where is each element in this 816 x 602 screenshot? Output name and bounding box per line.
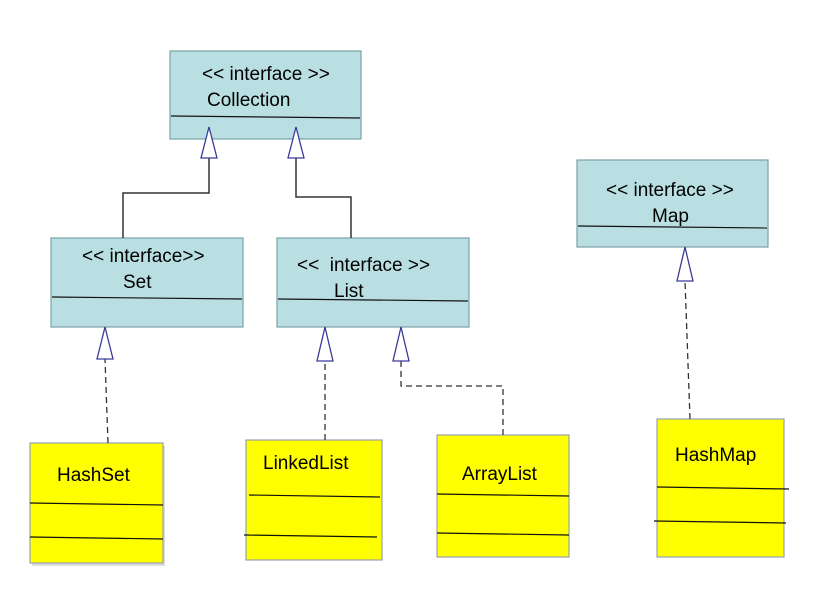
realization-hashset-set — [104, 358, 109, 444]
interface-set: << interface>> Set — [50, 237, 244, 328]
class-hashmap: HashMap — [653, 418, 790, 558]
interface-name: Set — [123, 272, 152, 293]
interface-name: Collection — [207, 90, 290, 111]
class-name: HashSet — [57, 465, 131, 486]
class-name: HashMap — [675, 445, 756, 466]
generalization-list-collection — [295, 158, 352, 238]
class-arraylist: ArrayList — [436, 434, 570, 558]
triangle-arrowhead-icon — [676, 246, 694, 282]
interface-name: Map — [652, 206, 689, 227]
stereotype-label: << interface >> — [606, 180, 734, 201]
interface-map: << interface >> Map — [576, 159, 769, 248]
stereotype-label: << interface >> — [297, 255, 430, 276]
class-hashset: HashSet — [29, 442, 165, 566]
stereotype-label: << interface >> — [202, 64, 330, 85]
interface-name: List — [334, 281, 364, 302]
uml-diagram: << interface >> Collection << interface>… — [29, 50, 790, 566]
realization-hashmap-map — [684, 280, 691, 420]
realization-arraylist-list — [400, 361, 504, 435]
class-name: LinkedList — [263, 453, 349, 474]
interface-collection: << interface >> Collection — [169, 50, 362, 140]
generalization-set-collection — [122, 158, 210, 238]
triangle-arrowhead-icon — [96, 326, 114, 360]
interface-list: << interface >> List — [276, 237, 470, 328]
class-name: ArrayList — [462, 464, 538, 485]
triangle-arrowhead-icon — [316, 326, 334, 362]
stereotype-label: << interface>> — [82, 246, 205, 267]
triangle-arrowhead-icon — [392, 326, 410, 362]
class-linkedlist: LinkedList — [243, 439, 383, 561]
